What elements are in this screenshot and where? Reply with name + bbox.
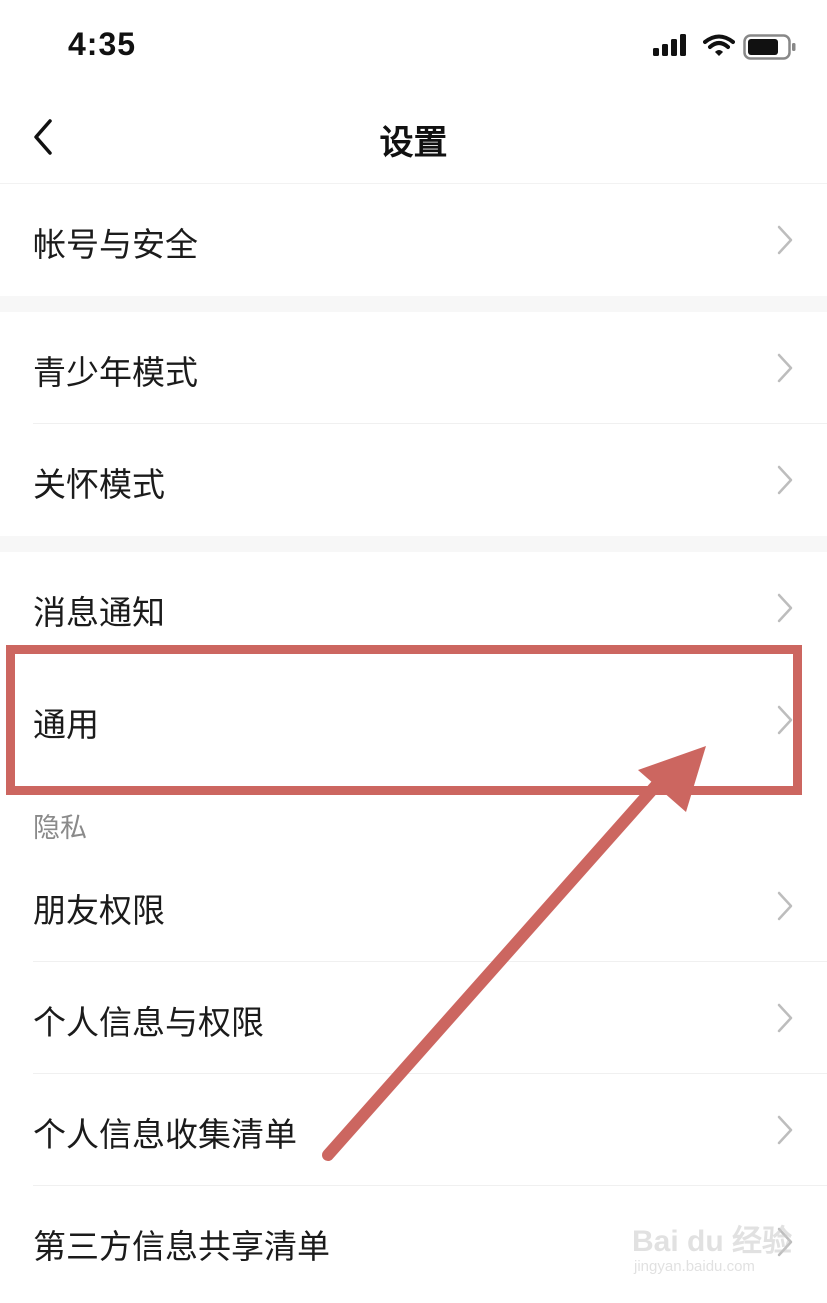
page-title: 设置 bbox=[379, 123, 448, 163]
watermark-url: jingyan.baidu.com bbox=[634, 1258, 755, 1275]
chevron-right-icon bbox=[777, 891, 793, 921]
signal-icon bbox=[653, 34, 686, 56]
settings-row-care-mode[interactable]: 关怀模式 bbox=[0, 424, 827, 536]
row-label: 第三方信息共享清单 bbox=[33, 1227, 330, 1266]
annotation-highlight-box bbox=[6, 645, 802, 795]
settings-row-personal-info-collection[interactable]: 个人信息收集清单 bbox=[0, 1074, 827, 1186]
row-label: 帐号与安全 bbox=[33, 225, 198, 264]
chevron-right-icon bbox=[777, 353, 793, 383]
row-label: 消息通知 bbox=[33, 593, 165, 632]
row-label: 朋友权限 bbox=[33, 891, 165, 930]
row-label: 个人信息收集清单 bbox=[33, 1115, 297, 1154]
group-divider bbox=[0, 296, 827, 312]
row-label: 关怀模式 bbox=[33, 465, 165, 504]
row-label: 青少年模式 bbox=[33, 353, 198, 392]
battery-icon bbox=[743, 34, 796, 60]
group-divider bbox=[0, 536, 827, 552]
settings-row-friend-permissions[interactable]: 朋友权限 bbox=[0, 850, 827, 962]
status-time: 4:35 bbox=[68, 26, 137, 62]
chevron-right-icon bbox=[777, 1003, 793, 1033]
settings-row-youth-mode[interactable]: 青少年模式 bbox=[0, 312, 827, 424]
settings-row-account-security[interactable]: 帐号与安全 bbox=[0, 184, 827, 296]
chevron-right-icon bbox=[777, 593, 793, 623]
nav-bar: 设置 bbox=[0, 95, 827, 184]
chevron-right-icon bbox=[777, 465, 793, 495]
status-bar: 4:35 bbox=[0, 0, 827, 95]
settings-row-personal-info-permissions[interactable]: 个人信息与权限 bbox=[0, 962, 827, 1074]
section-header-privacy: 隐私 bbox=[33, 813, 87, 844]
watermark-brand: Bai du 经验 bbox=[632, 1225, 793, 1258]
row-label: 个人信息与权限 bbox=[33, 1003, 264, 1042]
chevron-right-icon bbox=[777, 1115, 793, 1145]
chevron-right-icon bbox=[777, 225, 793, 255]
wifi-icon bbox=[703, 34, 735, 56]
watermark-logo: Bai du 经验 jingyan.baidu.com bbox=[632, 1210, 792, 1285]
